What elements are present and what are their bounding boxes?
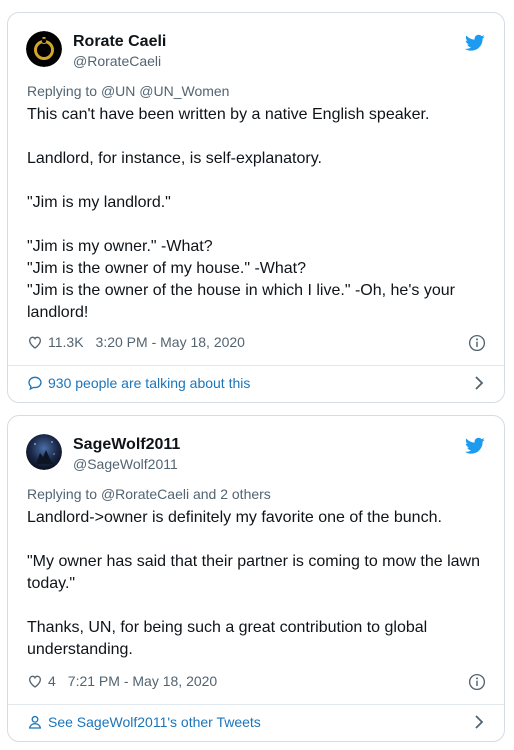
twitter-bird-icon[interactable]	[465, 437, 485, 455]
tweet-line: "Jim is my landlord."	[27, 194, 171, 211]
tweet-line: "Jim is the owner of my house." -What?	[27, 260, 307, 277]
tweet-line	[27, 214, 487, 236]
reply-context: Replying to @UN @UN_Women	[27, 83, 229, 99]
tweet-line	[27, 529, 487, 551]
avatar[interactable]	[26, 31, 62, 67]
avatar[interactable]	[26, 434, 62, 470]
tweet-line: "My owner has said that their partner is…	[27, 553, 480, 570]
author-name[interactable]: Rorate Caeli	[73, 33, 166, 51]
info-icon[interactable]	[468, 334, 486, 352]
chat-bubble-icon	[28, 376, 42, 391]
tweet-meta: 4 7:21 PM - May 18, 2020	[27, 673, 217, 689]
twitter-bird-icon[interactable]	[465, 34, 485, 52]
tweet-meta: 11.3K 3:20 PM - May 18, 2020	[27, 334, 245, 350]
tweet-line	[27, 595, 487, 617]
tweet-text: This can't have been written by a native…	[27, 104, 487, 324]
tweet-line: Landlord, for instance, is self-explanat…	[27, 150, 322, 167]
author-name[interactable]: SageWolf2011	[73, 436, 180, 454]
like-count[interactable]: 11.3K	[48, 334, 84, 350]
tweet-text: Landlord->owner is definitely my favorit…	[27, 507, 487, 661]
reply-context: Replying to @RorateCaeli and 2 others	[27, 486, 271, 502]
conversation-link[interactable]: 930 people are talking about this	[27, 369, 486, 397]
author-handle[interactable]: @SageWolf2011	[73, 456, 178, 472]
person-icon	[28, 715, 42, 729]
heart-icon[interactable]	[27, 673, 43, 689]
tweet-card[interactable]: Rorate Caeli @RorateCaeli Replying to @U…	[7, 12, 505, 403]
tweet-line: "Jim is my owner." -What?	[27, 238, 213, 255]
reply-targets[interactable]: @RorateCaeli and 2 others	[101, 486, 271, 502]
tweet-line: understanding.	[27, 641, 133, 658]
other-tweets-text[interactable]: See SageWolf2011's other Tweets	[48, 714, 261, 730]
tweet-line: landlord!	[27, 304, 89, 321]
tweet-line: Thanks, UN, for being such a great contr…	[27, 619, 428, 636]
tweet-line: today."	[27, 575, 76, 592]
heart-icon[interactable]	[27, 334, 43, 350]
tweet-line: "Jim is the owner of the house in which …	[27, 282, 455, 299]
divider	[8, 365, 504, 366]
tweet-line	[27, 170, 487, 192]
divider	[8, 704, 504, 705]
tweet-header: Rorate Caeli @RorateCaeli	[8, 13, 504, 83]
timestamp[interactable]: 7:21 PM - May 18, 2020	[68, 673, 217, 689]
tweet-card[interactable]: SageWolf2011 @SageWolf2011 Replying to @…	[7, 415, 505, 742]
reply-prefix: Replying to	[27, 83, 98, 99]
chevron-right-icon[interactable]	[472, 714, 486, 730]
conversation-text[interactable]: 930 people are talking about this	[48, 375, 250, 391]
author-handle[interactable]: @RorateCaeli	[73, 53, 161, 69]
tweet-line: This can't have been written by a native…	[27, 106, 430, 123]
chevron-right-icon[interactable]	[472, 375, 486, 391]
tweet-header: SageWolf2011 @SageWolf2011	[8, 416, 504, 486]
tweet-line: Landlord->owner is definitely my favorit…	[27, 509, 442, 526]
info-icon[interactable]	[468, 673, 486, 691]
timestamp[interactable]: 3:20 PM - May 18, 2020	[96, 334, 245, 350]
reply-prefix: Replying to	[27, 486, 98, 502]
other-tweets-link[interactable]: See SageWolf2011's other Tweets	[27, 708, 486, 736]
tweet-line	[27, 126, 487, 148]
like-count[interactable]: 4	[48, 673, 56, 689]
reply-targets[interactable]: @UN @UN_Women	[101, 83, 230, 99]
